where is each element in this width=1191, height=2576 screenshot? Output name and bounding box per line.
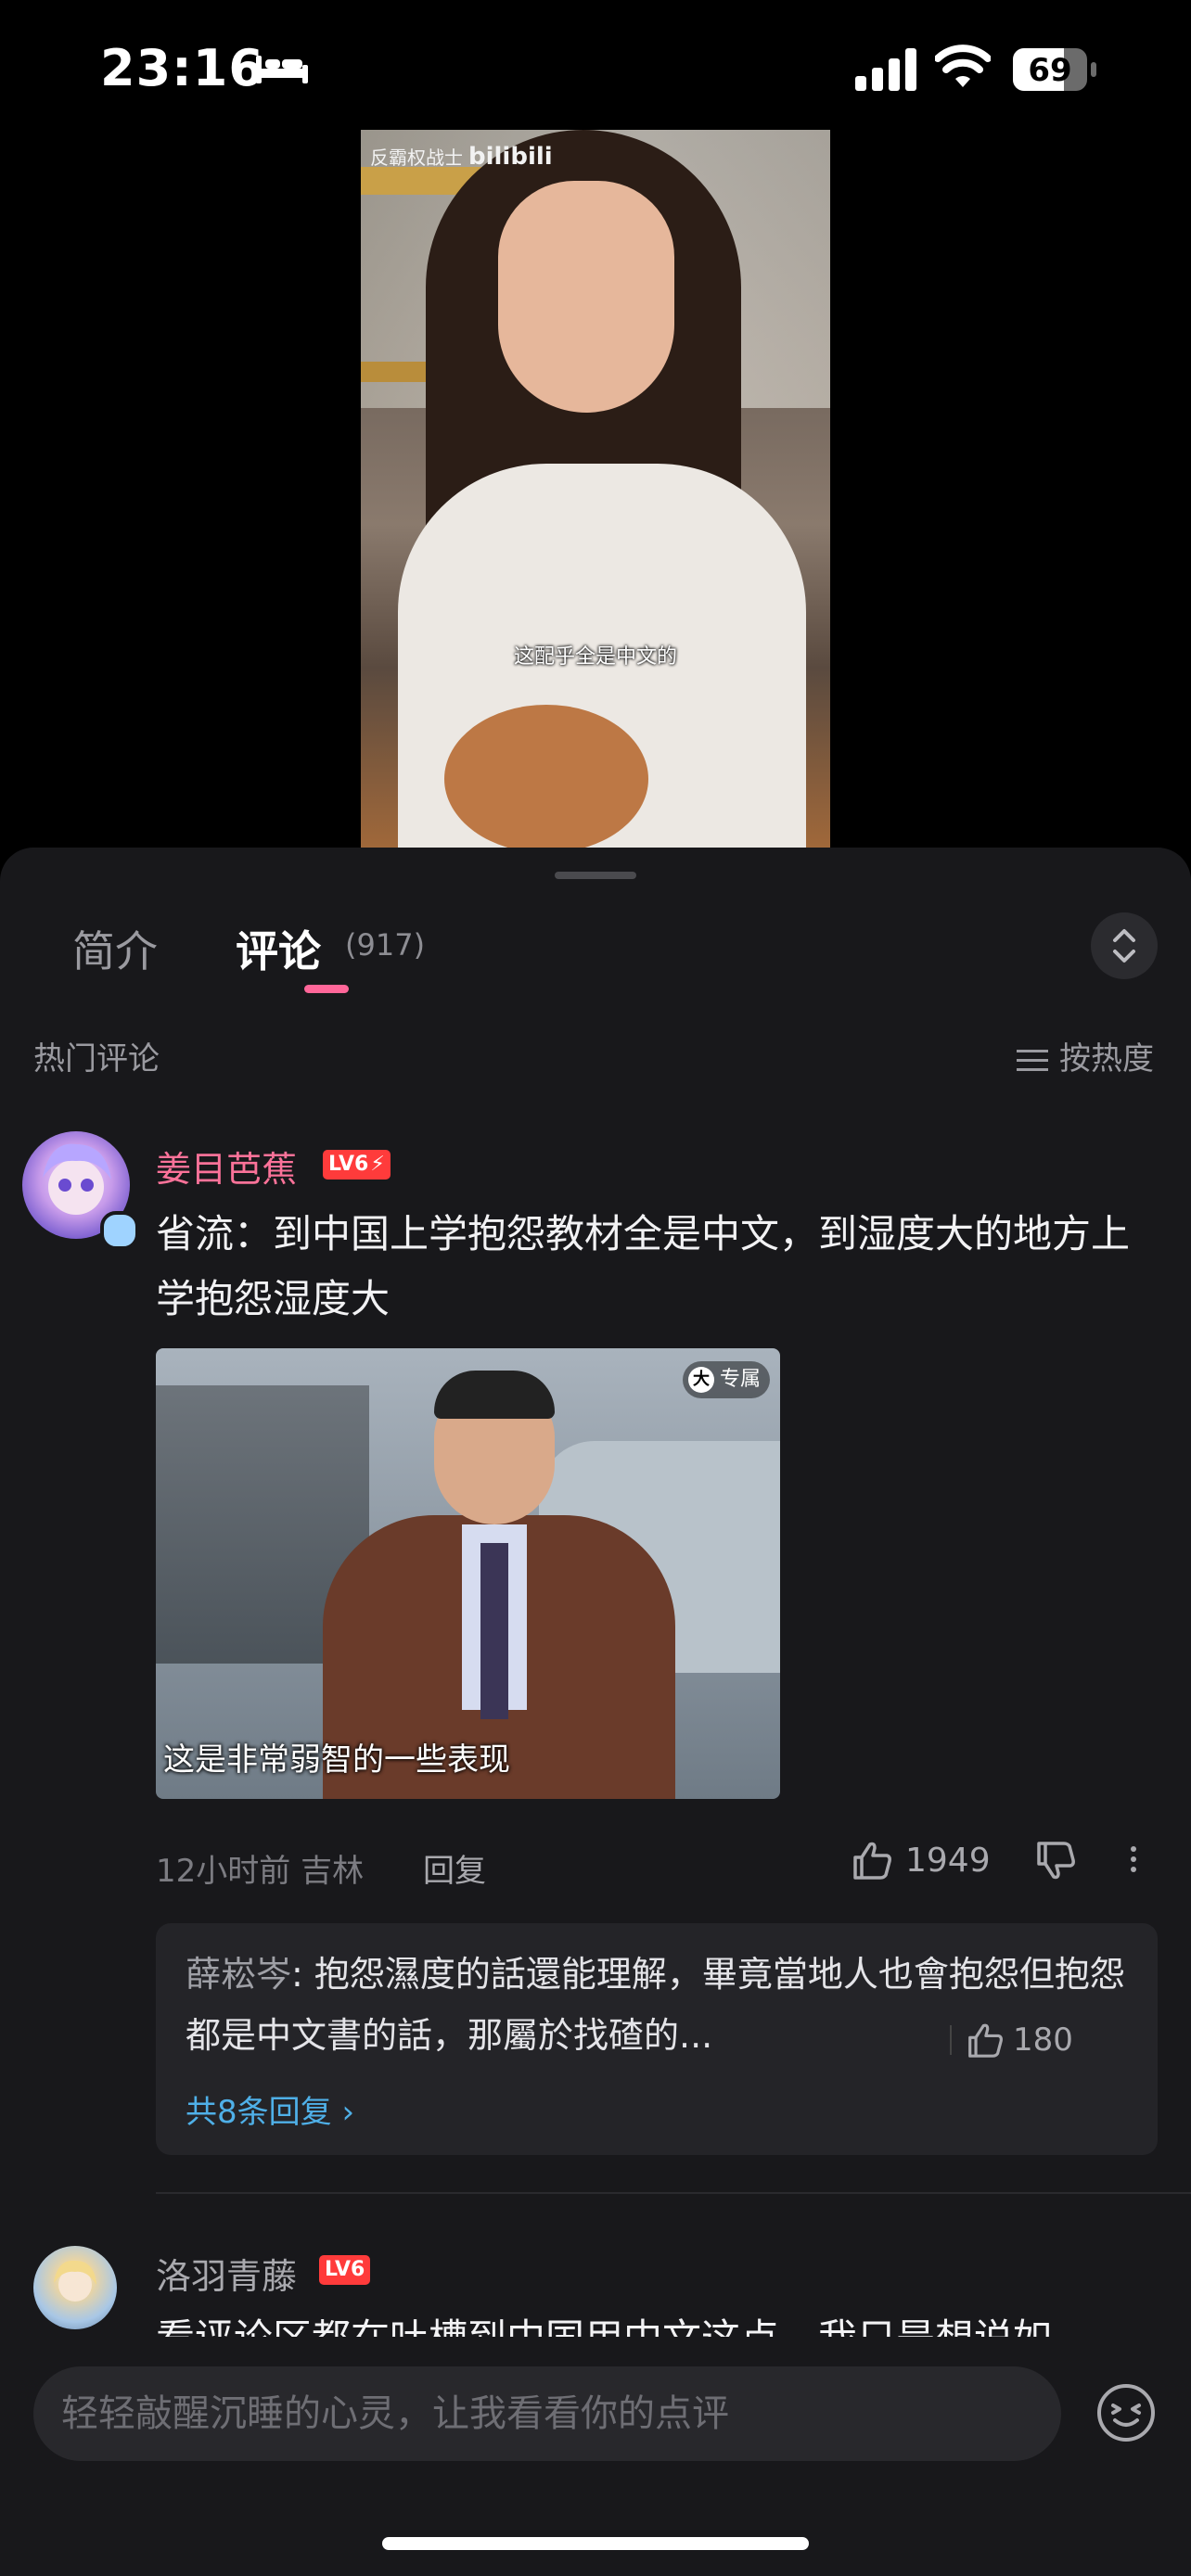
image-exclusive-tag: 大专属 <box>683 1361 771 1398</box>
tab-intro[interactable]: 简介 <box>72 918 158 979</box>
sleep-focus-icon <box>256 56 308 83</box>
level-text: LV6 <box>328 1153 369 1176</box>
chevron-up-down-icon <box>1113 929 1135 963</box>
comment-divider <box>156 2192 1191 2194</box>
comment-text: 省流：到中国上学抱怨教材全是中文，到湿度大的地方上学抱怨湿度大 <box>156 1211 1131 1321</box>
battery-percent: 69 <box>1028 52 1072 89</box>
like-button[interactable]: 1949 <box>852 1840 991 1880</box>
tab-comments[interactable]: 评论 <box>236 918 321 979</box>
comment-meta: 12小时前 吉林 <box>156 1853 365 1890</box>
comments-count: (917) <box>345 927 426 963</box>
level-badge: LV6 <box>319 2255 371 2285</box>
wifi-icon <box>935 45 991 87</box>
comment-image[interactable]: 大专属 这是非常弱智的一些表现 <box>156 1348 780 1799</box>
tag-circle-icon: 大 <box>688 1367 714 1393</box>
image-tag-label: 专属 <box>720 1368 762 1391</box>
bilibili-logo: bilibili <box>468 143 553 171</box>
thumbs-down-icon <box>1037 1842 1075 1880</box>
active-tab-indicator <box>304 985 349 993</box>
battery-indicator: 69 <box>1013 48 1098 91</box>
sub-reply-like-count: 180 <box>1013 2021 1073 2059</box>
sheet-drag-handle[interactable] <box>555 872 636 879</box>
video-player[interactable]: 反霸权战士 bilibili 这配乎全是中文的 <box>361 130 830 848</box>
emoji-face-icon <box>1097 2384 1155 2442</box>
sort-label: 按热度 <box>1059 1040 1154 1078</box>
sub-reply-author[interactable]: 薛崧岑 <box>186 1954 291 1995</box>
video-watermark: 反霸权战士 bilibili <box>370 143 553 171</box>
sort-lines-icon <box>1017 1049 1048 1071</box>
status-time: 23:16 <box>100 39 264 97</box>
like-count: 1949 <box>905 1841 991 1880</box>
expand-sheet-button[interactable] <box>1091 912 1158 979</box>
avatar[interactable] <box>33 2246 117 2329</box>
comment-username[interactable]: 姜目芭蕉 <box>156 1141 297 1192</box>
view-replies-label: 共8条回复 <box>186 2094 332 2131</box>
level-badge: LV6⚡ <box>323 1150 391 1180</box>
lightning-icon: ⚡ <box>370 1153 385 1176</box>
view-all-replies-link[interactable]: 共8条回复 › <box>186 2086 354 2132</box>
emoji-button[interactable] <box>1095 2381 1158 2444</box>
more-options-icon[interactable] <box>1124 1842 1143 1882</box>
thumbs-up-icon <box>853 1842 891 1880</box>
thumbs-up-icon <box>968 2023 1003 2058</box>
watermark-author: 反霸权战士 <box>370 147 463 169</box>
video-subtitle: 这配乎全是中文的 <box>513 645 677 669</box>
cellular-signal-icon <box>855 48 916 91</box>
hot-comments-label: 热门评论 <box>33 1040 160 1078</box>
sub-reply-like-button[interactable]: 180 <box>933 2020 1073 2059</box>
replies-preview[interactable]: 薛崧岑: 抱怨濕度的話還能理解，畢竟當地人也會抱怨但抱怨都是中文書的話，那屬於找… <box>156 1923 1158 2155</box>
sort-by-popularity-button[interactable]: 按热度 <box>1017 1033 1154 1078</box>
home-indicator[interactable] <box>382 2537 809 2550</box>
chevron-right-icon: › <box>341 2094 355 2131</box>
reply-button[interactable]: 回复 <box>423 1845 486 1891</box>
comment-input[interactable]: 轻轻敲醒沉睡的心灵，让我看看你的点评 <box>33 2366 1061 2461</box>
comment-username[interactable]: 洛羽青藤 <box>156 2248 297 2299</box>
verified-badge-icon <box>100 1211 139 1250</box>
anime-avatar-icon <box>54 2260 96 2302</box>
dislike-button[interactable] <box>1035 1842 1076 1884</box>
image-caption: 这是非常弱智的一些表现 <box>163 1741 510 1779</box>
